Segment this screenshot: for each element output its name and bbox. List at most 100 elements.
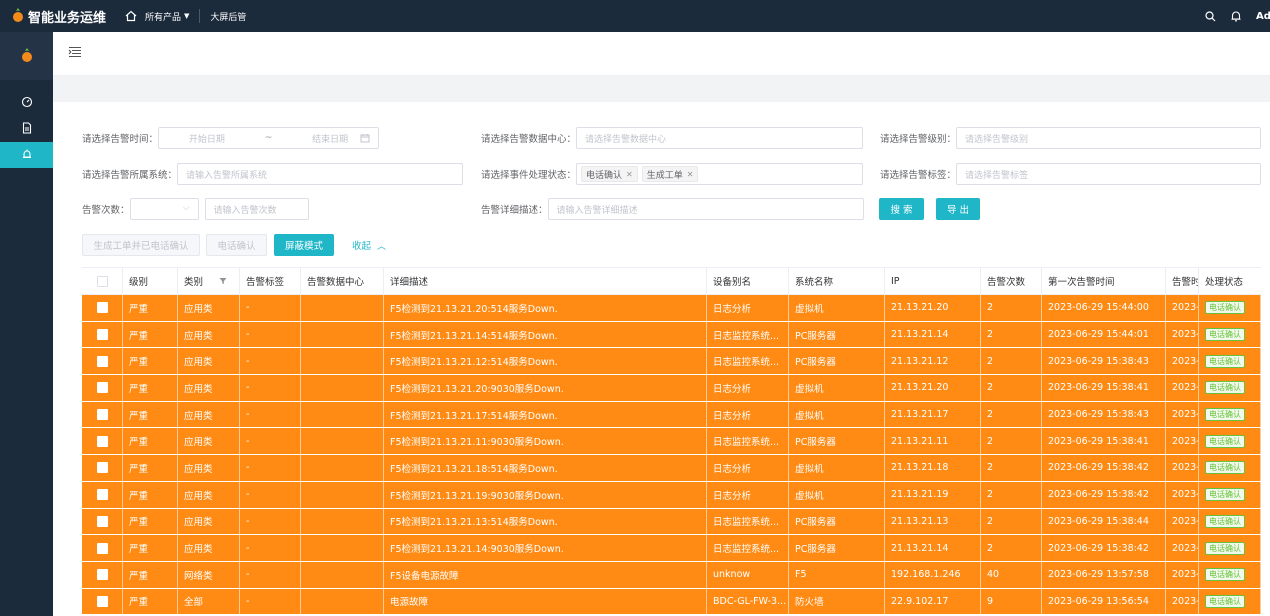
col-header-count[interactable]: 告警次数 — [981, 268, 1042, 294]
table-row[interactable]: 严重 应用类 - F5检测到21.13.21.11:9030服务Down. 日志监控系统… — [82, 428, 1261, 456]
alarm-tag-select[interactable]: 请选择告警标签 — [956, 163, 1262, 185]
col-header-detail[interactable]: 详细描述 — [384, 268, 707, 294]
cell-level: 严重 — [123, 508, 178, 535]
col-header-last-time[interactable]: 告警时 — [1166, 268, 1199, 294]
alarm-count-input[interactable]: 请输入告警次数 — [204, 198, 309, 220]
status-badge[interactable]: 电话确认 — [1205, 488, 1245, 502]
table-row[interactable]: 严重 应用类 - F5检测到21.13.21.18:514服务Down. 日志分析 虚拟机… — [82, 455, 1261, 482]
bell-icon[interactable] — [1230, 10, 1242, 22]
alarm-time-range-picker[interactable]: 开始日期 ~ 结束日期 — [158, 127, 380, 149]
col-header-tag[interactable]: 告警标签 — [240, 268, 301, 294]
table-row[interactable]: 严重 应用类 - F5检测到21.13.21.14:9030服务Down. 日志监控系统… — [82, 535, 1261, 562]
end-date-input[interactable]: 结束日期 — [312, 132, 348, 145]
cell-first-time: 2023-06-29 13:56:54 — [1042, 588, 1166, 615]
row-checkbox[interactable] — [96, 382, 108, 394]
detail-input[interactable]: 请输入告警详细描述 — [547, 198, 864, 220]
home-icon[interactable] — [125, 10, 137, 22]
row-checkbox[interactable] — [96, 542, 108, 554]
cell-status: 电话确认 — [1199, 348, 1261, 375]
start-date-input[interactable]: 开始日期 — [189, 132, 225, 145]
search-button[interactable]: 搜 索 — [879, 198, 924, 220]
status-badge[interactable]: 电话确认 — [1205, 408, 1245, 422]
event-status-select[interactable]: 电话确认 ✕ 生成工单 ✕ — [576, 163, 864, 185]
row-checkbox[interactable] — [96, 302, 108, 314]
col-header-device-alias[interactable]: 设备别名 — [707, 268, 789, 294]
cell-last-time: 2023- — [1166, 481, 1199, 508]
phone-confirm-button[interactable]: 电话确认 — [206, 234, 267, 256]
cell-category: 应用类 — [178, 295, 240, 321]
cell-category: 应用类 — [178, 428, 240, 455]
sidebar-item-document[interactable] — [0, 116, 53, 142]
screen-admin-link[interactable]: 大屏后管 — [210, 10, 246, 23]
cell-first-time: 2023-06-29 15:38:42 — [1042, 455, 1166, 481]
status-badge[interactable]: 电话确认 — [1205, 568, 1245, 582]
all-products-menu[interactable]: 所有产品 ▼ — [145, 10, 189, 23]
col-header-first-time[interactable]: 第一次告警时间 — [1042, 268, 1166, 294]
row-checkbox[interactable] — [96, 355, 108, 367]
col-header-system[interactable]: 系统名称 — [789, 268, 885, 294]
level-select[interactable]: 请选择告警级别 — [956, 127, 1262, 149]
mask-mode-button[interactable]: 屏蔽模式 — [274, 234, 334, 256]
cell-device-alias: BDC-GL-FW-3... — [707, 588, 789, 615]
status-badge[interactable]: 电话确认 — [1205, 594, 1245, 608]
row-checkbox[interactable] — [96, 462, 108, 474]
table-row[interactable]: 严重 应用类 - F5检测到21.13.21.20:514服务Down. 日志分析 虚拟机… — [82, 295, 1261, 322]
table-row[interactable]: 严重 应用类 - F5检测到21.13.21.20:9030服务Down. 日志分析 虚拟… — [82, 375, 1261, 402]
row-checkbox[interactable] — [96, 569, 108, 581]
status-badge[interactable]: 电话确认 — [1205, 461, 1245, 475]
sidebar-item-alarm[interactable] — [0, 142, 53, 168]
select-all-checkbox[interactable] — [96, 275, 108, 287]
cell-last-time: 2023- — [1166, 561, 1199, 588]
row-checkbox[interactable] — [96, 489, 108, 501]
menu-fold-icon[interactable] — [68, 46, 82, 61]
system-input[interactable]: 请输入告警所属系统 — [177, 163, 464, 185]
row-select-cell — [82, 401, 123, 428]
export-button[interactable]: 导 出 — [936, 198, 980, 220]
datacenter-label: 请选择告警数据中心： — [481, 134, 577, 145]
collapse-link[interactable]: 收起 ︿ — [352, 238, 386, 252]
cell-status: 电话确认 — [1199, 321, 1261, 348]
user-name[interactable]: Ad — [1256, 11, 1270, 22]
brand[interactable]: 智能业务运维 — [0, 7, 115, 26]
table-row[interactable]: 严重 应用类 - F5检测到21.13.21.19:9030服务Down. 日志分析 虚拟… — [82, 481, 1261, 509]
table-row[interactable]: 严重 应用类 - F5检测到21.13.21.17:514服务Down. 日志分析 虚拟机… — [82, 401, 1261, 429]
status-badge[interactable]: 电话确认 — [1205, 328, 1245, 342]
cell-ip: 22.9.102.17 — [885, 588, 981, 615]
row-checkbox[interactable] — [96, 435, 108, 447]
table-row[interactable]: 严重 应用类 - F5检测到21.13.21.14:514服务Down. 日志监控系统.… — [82, 321, 1261, 349]
status-badge[interactable]: 电话确认 — [1205, 434, 1245, 448]
cell-device-alias: 日志监控系统... — [707, 508, 789, 535]
col-header-ip[interactable]: IP — [885, 268, 981, 294]
close-icon[interactable]: ✕ — [626, 170, 633, 179]
col-header-level[interactable]: 级别 — [123, 268, 178, 294]
status-badge[interactable]: 电话确认 — [1205, 381, 1245, 395]
cell-ip: 21.13.21.13 — [885, 508, 981, 535]
close-icon[interactable]: ✕ — [687, 170, 694, 179]
col-header-category[interactable]: 类别 — [178, 268, 240, 294]
row-checkbox[interactable] — [96, 409, 108, 421]
row-checkbox[interactable] — [96, 595, 108, 607]
table-row[interactable]: 严重 应用类 - F5检测到21.13.21.12:514服务Down. 日志监控系统.… — [82, 348, 1261, 376]
status-badge[interactable]: 电话确认 — [1205, 301, 1245, 315]
table-row[interactable]: 严重 应用类 - F5检测到21.13.21.13:514服务Down. 日志监控系统.… — [82, 508, 1261, 536]
generate-ticket-confirm-button[interactable]: 生成工单并已电话确认 — [82, 234, 200, 256]
cell-category: 应用类 — [178, 535, 240, 561]
cell-status: 电话确认 — [1199, 428, 1261, 455]
row-checkbox[interactable] — [96, 515, 108, 527]
table-row[interactable]: 严重 全部 - 电源故障 BDC-GL-FW-3... 防火墙 22.9.102.17 9 20… — [82, 588, 1261, 616]
search-icon[interactable] — [1205, 10, 1216, 22]
sidebar-item-dashboard[interactable] — [0, 90, 53, 116]
col-header-status[interactable]: 处理状态 — [1199, 268, 1261, 294]
status-badge[interactable]: 电话确认 — [1205, 514, 1245, 528]
status-badge[interactable]: 电话确认 — [1205, 354, 1245, 368]
row-checkbox[interactable] — [96, 329, 108, 341]
datacenter-select[interactable]: 请选择告警数据中心 — [576, 127, 864, 149]
cell-detail: F5检测到21.13.21.20:9030服务Down. — [384, 375, 707, 401]
col-header-datacenter[interactable]: 告警数据中心 — [301, 268, 384, 294]
status-badge[interactable]: 电话确认 — [1205, 541, 1245, 555]
filter-icon[interactable] — [219, 277, 227, 285]
count-operator-select[interactable]: ⌵ — [129, 198, 199, 220]
table-row[interactable]: 严重 网络类 - F5设备电源故障 unknow F5 192.168.1.246 40 202… — [82, 561, 1261, 589]
cell-system: 防火墙 — [789, 588, 885, 615]
cell-datacenter — [301, 588, 384, 615]
